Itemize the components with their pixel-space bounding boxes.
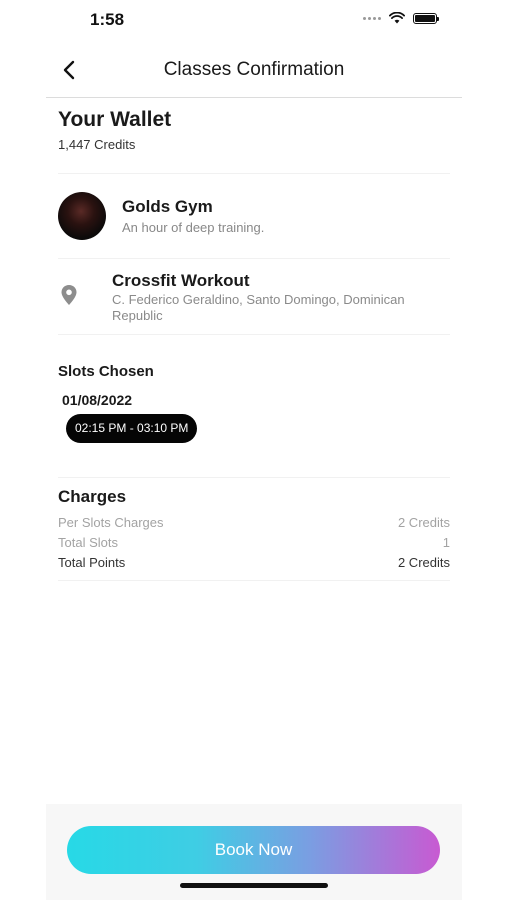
gym-avatar: [58, 192, 106, 240]
gym-description: An hour of deep training.: [122, 220, 265, 235]
page-title: Classes Confirmation: [163, 59, 345, 80]
wifi-icon: [389, 12, 405, 24]
location-address: C. Federico Geraldino, Santo Domingo, Do…: [112, 292, 405, 323]
charge-row: Total Slots 1: [58, 535, 450, 551]
book-now-button[interactable]: Book Now: [67, 826, 440, 874]
location-section: Crossfit Workout C. Federico Geraldino, …: [58, 260, 450, 335]
charges-section: Charges Per Slots Charges 2 Credits Tota…: [58, 487, 450, 581]
status-bar: 1:58: [0, 0, 507, 44]
battery-icon: [413, 12, 439, 24]
location-pin-icon: [61, 285, 77, 305]
location-name: Crossfit Workout: [112, 271, 250, 290]
charge-label: Total Slots: [58, 535, 118, 550]
status-icons: [363, 12, 439, 24]
charge-value: 2 Credits: [397, 555, 450, 570]
charge-row-total: Total Points 2 Credits: [58, 555, 450, 571]
charge-value: 1: [442, 535, 450, 550]
gym-section: Golds Gym An hour of deep training.: [58, 175, 450, 259]
charge-label: Total Points: [58, 555, 126, 570]
charges-title: Charges: [58, 487, 127, 506]
slot-date: 01/08/2022: [62, 392, 133, 408]
gym-name: Golds Gym: [122, 197, 213, 216]
slots-title: Slots Chosen: [58, 363, 154, 380]
wallet-credits: 1,447 Credits: [58, 137, 136, 152]
slots-section: Slots Chosen 01/08/2022 02:15 PM - 03:10…: [58, 363, 450, 478]
wallet-section: Your Wallet 1,447 Credits: [58, 108, 450, 174]
header: Classes Confirmation: [46, 44, 462, 98]
screen: 1:58 Classes Confirmation Your Wallet 1,…: [0, 0, 507, 900]
wallet-title: Your Wallet: [58, 108, 172, 131]
home-indicator: [180, 883, 328, 888]
signal-icon: [363, 16, 381, 20]
slot-time-pill[interactable]: 02:15 PM - 03:10 PM: [66, 414, 198, 443]
charge-value: 2 Credits: [397, 515, 450, 530]
charge-row: Per Slots Charges 2 Credits: [58, 515, 450, 531]
charge-label: Per Slots Charges: [58, 515, 164, 530]
status-time: 1:58: [90, 10, 125, 29]
